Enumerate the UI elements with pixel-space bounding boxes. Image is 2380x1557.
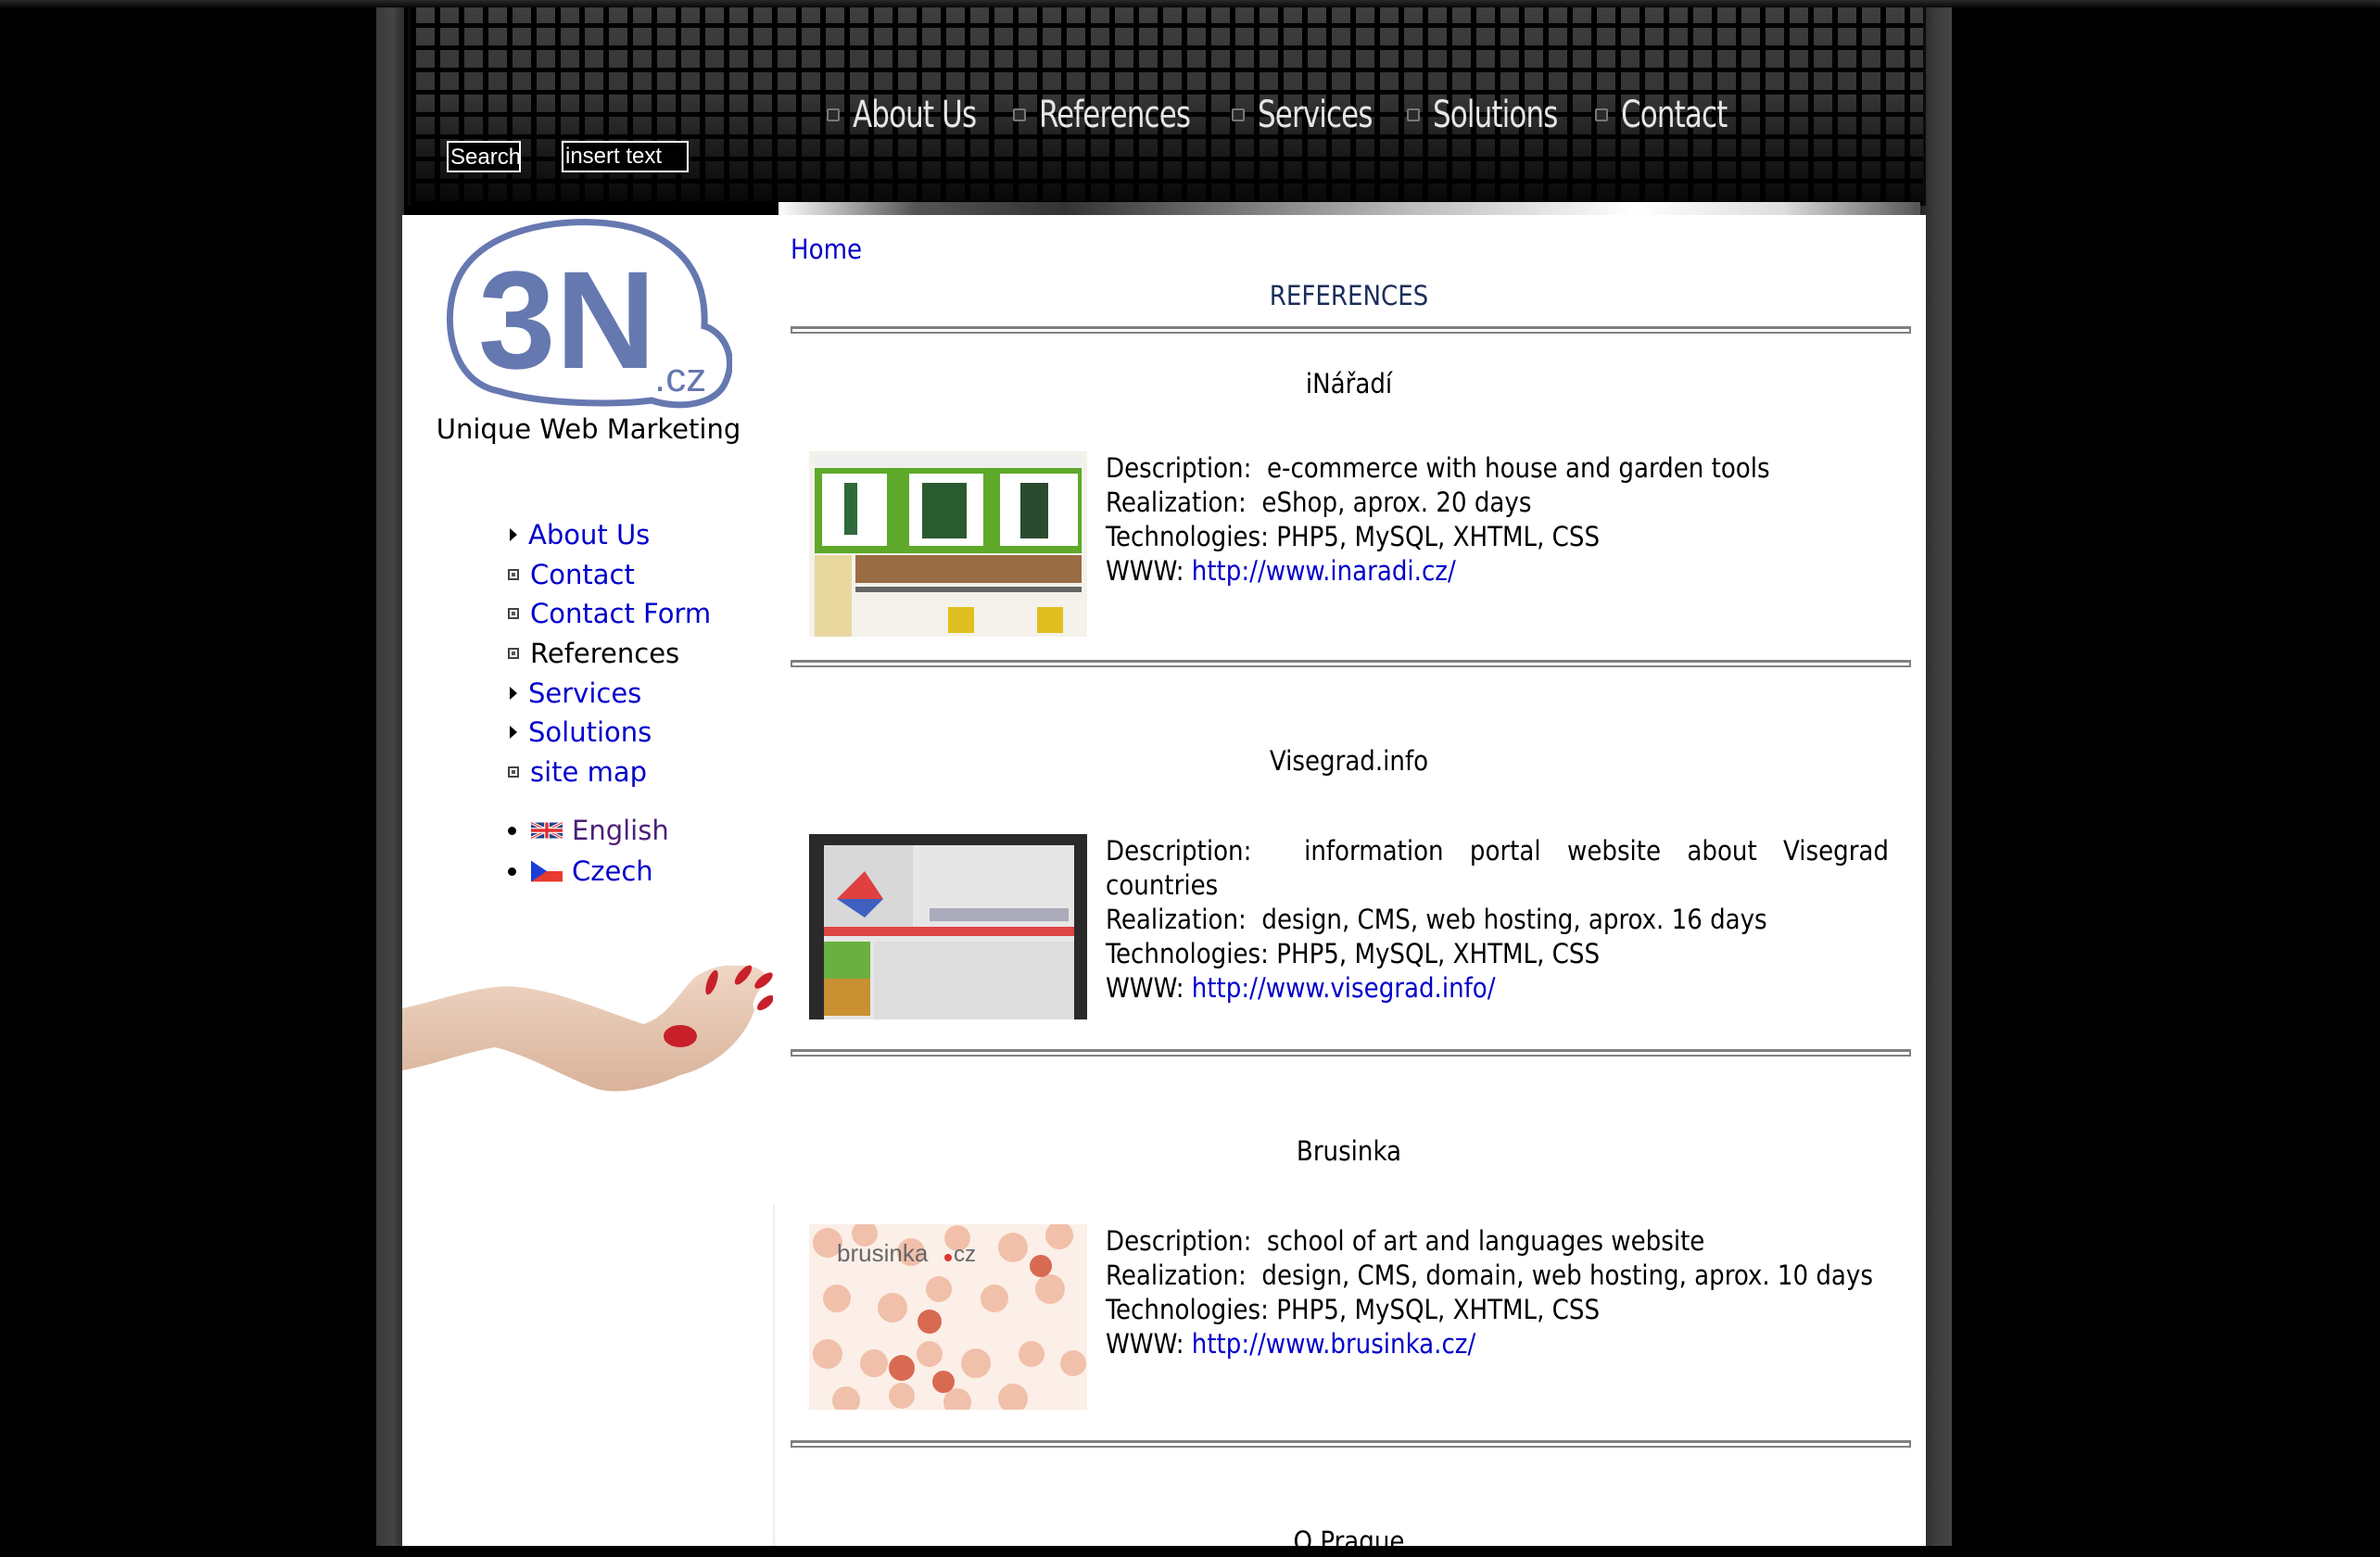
reference-url-link[interactable]: http://www.brusinka.cz/ (1192, 1328, 1475, 1360)
reference-description: Description: e-commerce with house and g… (1106, 452, 1770, 484)
logo-3n-cz[interactable]: 3N .cz (443, 215, 732, 410)
topnav-label: About Us (853, 94, 977, 136)
reference-technologies: Technologies: PHP5, MySQL, XHTML, CSS (1106, 1294, 1601, 1325)
reference-technologies: Technologies: PHP5, MySQL, XHTML, CSS (1106, 938, 1601, 969)
square-bullet-icon (1012, 108, 1026, 121)
language-label: Czech (572, 855, 653, 887)
triangle-bullet-icon (510, 726, 517, 740)
reference-realization: Realization: design, CMS, domain, web ho… (1106, 1260, 1873, 1291)
language-list: English Czech (508, 810, 669, 892)
cz-flag-icon (531, 860, 563, 882)
language-label: English (572, 815, 669, 846)
square-bullet-icon (827, 108, 840, 121)
uk-flag-icon (531, 820, 563, 841)
triangle-bullet-icon (510, 528, 517, 542)
reference-title: O Prague (1293, 1525, 1405, 1557)
topnav-references[interactable]: References (1012, 94, 1215, 136)
topnav-about-us[interactable]: About Us (827, 94, 996, 136)
reference-www: WWW: http://www.inaradi.cz/ (1106, 555, 1456, 587)
topnav-solutions[interactable]: Solutions (1407, 94, 1577, 136)
search-button[interactable]: Search (447, 141, 521, 172)
sidebar-item-label: Contact Form (530, 598, 712, 630)
breadcrumb-home-link[interactable]: Home (791, 234, 862, 265)
svg-text:cz: cz (954, 1242, 976, 1267)
column-divider (773, 1205, 775, 1546)
reference-description: Description: information portal website … (1106, 835, 1889, 901)
sidebar-item-contact-form[interactable]: Contact Form (508, 594, 711, 634)
sidebar-item-label: Contact (530, 558, 635, 590)
hand-illustration (402, 965, 773, 1092)
sidebar-item-services[interactable]: Services (508, 673, 711, 713)
square-bullet-icon (508, 766, 519, 778)
separator (791, 326, 1911, 334)
logo-suffix: .cz (654, 355, 706, 400)
square-bullet-icon (1594, 108, 1608, 121)
sidebar-item-label: About Us (528, 519, 651, 551)
square-bullet-icon (508, 568, 519, 580)
topnav-contact[interactable]: Contact (1594, 94, 1744, 136)
topnav-label: References (1038, 94, 1191, 136)
square-bullet-icon (1407, 108, 1421, 121)
search-input[interactable] (562, 141, 689, 172)
header-gradient-bar (779, 202, 1920, 215)
square-bullet-icon (508, 608, 519, 620)
separator (791, 1049, 1911, 1057)
reference-technologies: Technologies: PHP5, MySQL, XHTML, CSS (1106, 521, 1601, 552)
reference-thumbnail-visegrad[interactable] (809, 834, 1087, 1019)
language-czech[interactable]: Czech (508, 851, 669, 892)
page-frame-left (376, 7, 404, 1546)
sidebar-item-contact[interactable]: Contact (508, 555, 711, 595)
sidebar-item-about-us[interactable]: About Us (508, 515, 711, 555)
separator (791, 1440, 1911, 1448)
logo-text: 3N (478, 242, 656, 398)
reference-item: Description: e-commerce with house and g… (809, 451, 1907, 637)
sidebar-item-references: References (508, 634, 711, 674)
reference-thumbnail-brusinka[interactable]: brusinka cz (809, 1224, 1087, 1410)
separator (791, 660, 1911, 667)
svg-text:brusinka: brusinka (837, 1239, 929, 1267)
reference-details: Description: school of art and languages… (1106, 1224, 1889, 1410)
topnav-label: Contact (1620, 94, 1728, 136)
reference-details: Description: e-commerce with house and g… (1106, 451, 1889, 637)
tagline: Unique Web Marketing (436, 413, 741, 445)
sidebar-item-label: Services (528, 677, 642, 709)
sidebar-item-label: site map (530, 755, 648, 788)
sidebar-item-site-map[interactable]: site map (508, 753, 711, 792)
reference-thumbnail-inaradi[interactable] (809, 451, 1087, 637)
sidebar-item-solutions[interactable]: Solutions (508, 713, 711, 753)
reference-title: Visegrad.info (1269, 745, 1429, 777)
topnav-label: Solutions (1433, 94, 1558, 136)
reference-url-link[interactable]: http://www.inaradi.cz/ (1192, 555, 1456, 587)
topnav-services[interactable]: Services (1231, 94, 1391, 136)
language-english[interactable]: English (508, 810, 669, 851)
reference-realization: Realization: eShop, aprox. 20 days (1106, 487, 1532, 518)
topnav-label: Services (1257, 94, 1373, 136)
reference-item: brusinka cz Description: school of art a… (809, 1224, 1907, 1410)
sidebar-item-label: References (530, 638, 680, 670)
reference-realization: Realization: design, CMS, web hosting, a… (1106, 904, 1767, 935)
page-title: REFERENCES (1269, 280, 1429, 311)
reference-title: iNářadí (1305, 368, 1393, 399)
reference-www: WWW: http://www.brusinka.cz/ (1106, 1328, 1476, 1360)
top-navigation: About Us References Services Solutions C… (827, 89, 1761, 141)
reference-title: Brusinka (1296, 1135, 1402, 1167)
reference-item: Description: information portal website … (809, 834, 1907, 1019)
reference-url-link[interactable]: http://www.visegrad.info/ (1192, 972, 1496, 1004)
sidebar-menu: About Us Contact Contact Form References… (508, 515, 711, 791)
reference-details: Description: information portal website … (1106, 834, 1889, 1019)
reference-www: WWW: http://www.visegrad.info/ (1106, 972, 1496, 1004)
reference-description: Description: school of art and languages… (1106, 1225, 1705, 1257)
triangle-bullet-icon (510, 686, 517, 700)
bullet-dot-icon (508, 867, 516, 876)
square-bullet-icon (1231, 108, 1245, 121)
bullet-dot-icon (508, 826, 516, 835)
sidebar-item-label: Solutions (528, 716, 652, 749)
square-bullet-icon (508, 648, 519, 660)
